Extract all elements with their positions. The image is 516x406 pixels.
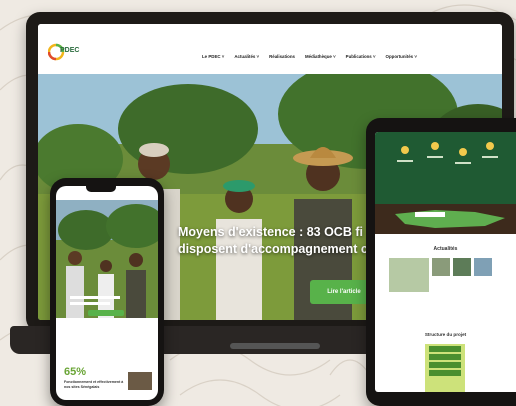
phone-hero-button[interactable] xyxy=(88,310,124,316)
phone-frame: 65% Fonctionnement et effectivement à no… xyxy=(50,178,164,406)
laptop-trackpad xyxy=(230,343,320,349)
tablet-screen: Actualités Structure du projet xyxy=(375,132,516,392)
hero-title-line-2: disposent d'accompagnement c xyxy=(178,242,368,256)
chevron-down-icon: ˅ xyxy=(331,54,336,59)
chevron-down-icon: ˅ xyxy=(413,54,417,59)
tablet-news-grid xyxy=(389,258,492,292)
tablet-frame: Actualités Structure du projet xyxy=(366,118,516,406)
chevron-down-icon: ˅ xyxy=(371,54,376,59)
project-structure-chart xyxy=(425,344,465,392)
hero-title-line-1: Moyens d'existence : 83 OCB fi xyxy=(178,225,363,239)
chart-row xyxy=(429,354,461,360)
phone-thumbnail[interactable] xyxy=(128,372,152,390)
tablet-map-section xyxy=(375,204,516,234)
phone-stat-label: Fonctionnement et effectivement à nos si… xyxy=(64,380,124,389)
nav-item-opportunites[interactable]: Opportunités ˅ xyxy=(386,54,417,59)
phone-stat-value: 65% xyxy=(64,366,87,378)
chevron-down-icon: ˅ xyxy=(255,54,260,59)
chart-row xyxy=(429,362,461,368)
nav-item-realisations[interactable]: Réalisations xyxy=(269,54,295,59)
news-thumbnail[interactable] xyxy=(432,258,450,276)
news-thumbnail[interactable] xyxy=(474,258,492,276)
phone-hero-image xyxy=(56,200,158,318)
map-shape xyxy=(395,210,505,228)
main-nav: Le PDEC ˅ Actualités ˅ Réalisations Médi… xyxy=(202,54,417,59)
nav-item-mediatheque[interactable]: Médiathèque ˅ xyxy=(305,54,336,59)
nav-item-actualites[interactable]: Actualités ˅ xyxy=(234,54,259,59)
tablet-news-heading: Actualités xyxy=(433,246,458,252)
tablet-structure-heading: Structure du projet xyxy=(424,332,467,337)
news-thumbnail[interactable] xyxy=(453,258,471,276)
nav-item-le-pdec[interactable]: Le PDEC ˅ xyxy=(202,54,224,59)
tablet-stats-section xyxy=(375,132,516,204)
phone-hero xyxy=(56,200,158,318)
chevron-down-icon: ˅ xyxy=(220,54,225,59)
phone-notch xyxy=(86,186,116,192)
hero-title[interactable]: Moyens d'existence : 83 OCB fi disposent… xyxy=(178,224,378,258)
chart-row xyxy=(429,346,461,352)
chart-row xyxy=(429,370,461,376)
logo-text: PDEC xyxy=(60,47,80,54)
tablet-stats-icons xyxy=(397,142,498,164)
news-thumbnail[interactable] xyxy=(389,258,429,292)
phone-screen: 65% Fonctionnement et effectivement à no… xyxy=(56,186,158,400)
site-header: PDEC Le PDEC ˅ Actualités ˅ Réalisations… xyxy=(38,24,502,74)
nav-item-publications[interactable]: Publications ˅ xyxy=(346,54,376,59)
